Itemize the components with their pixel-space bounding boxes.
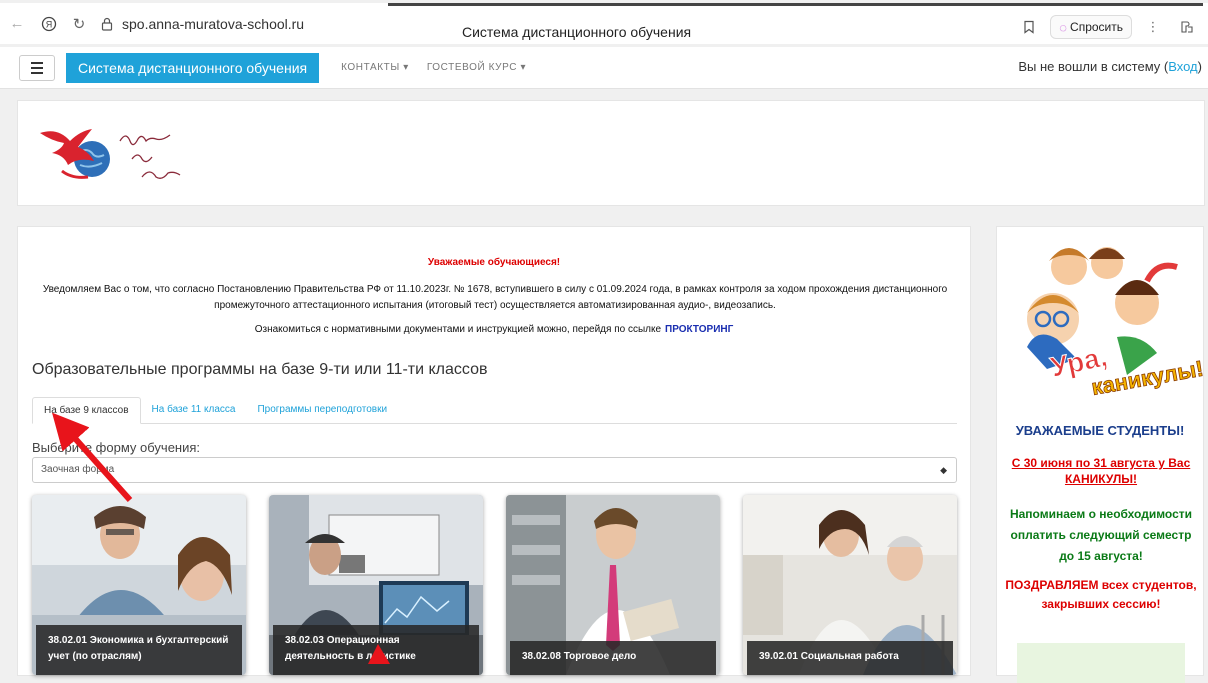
lock-icon xyxy=(94,11,120,37)
svg-text:Я: Я xyxy=(46,19,53,29)
program-card-economics[interactable]: 38.02.01 Экономика и бухгалтерский учет … xyxy=(32,495,246,675)
vacation-banner: Ура, каникулы! xyxy=(1027,247,1203,400)
ask-button-label: Спросить xyxy=(1070,20,1123,34)
nav-contacts[interactable]: КОНТАКТЫ ▾ xyxy=(341,62,409,73)
congratulations-text: ПОЗДРАВЛЯЕМ всех студентов, закрывших се… xyxy=(1005,578,1197,611)
program-card-logistics[interactable]: 38.02.03 Операционная деятельность в лог… xyxy=(269,495,483,675)
proctoring-link[interactable]: ПРОКТОРИНГ xyxy=(665,324,733,335)
programs-tabs: На базе 9 классов На базе 11 класса Прог… xyxy=(32,397,957,424)
vacation-dates-link[interactable]: С 30 июня по 31 августа у Вас КАНИКУЛЫ! xyxy=(1007,455,1195,487)
login-link[interactable]: Вход xyxy=(1168,59,1197,74)
bookmark-icon[interactable] xyxy=(1016,14,1042,40)
page-tab-title: Система дистанционного обучения xyxy=(462,24,692,40)
active-tab-indicator xyxy=(388,3,1203,6)
select-caret-icon: ◆ xyxy=(940,465,947,475)
program-card-trade[interactable]: 38.02.08 Торговое дело xyxy=(506,495,720,675)
brand-link[interactable]: Система дистанционного обучения xyxy=(66,52,320,83)
study-form-label: Выберите форму обучения: xyxy=(32,440,201,455)
reload-icon[interactable]: ↻ xyxy=(66,11,92,37)
tab-retraining[interactable]: Программы переподготовки xyxy=(246,397,398,423)
program-card-label: 38.02.03 Операционная деятельность в лог… xyxy=(273,625,479,675)
school-logo[interactable] xyxy=(32,119,232,194)
browser-toolbar: ← Я ↻ spo.anna-muratova-school.ru Систем… xyxy=(0,0,1208,44)
announcements-sidebar: Ура, каникулы! УВАЖАЕМЫЕ СТУДЕНТЫ! С 30 … xyxy=(996,226,1204,683)
more-menu-icon[interactable]: ⋮ xyxy=(1140,14,1166,40)
tab-9-classes[interactable]: На базе 9 классов xyxy=(32,397,141,424)
payment-reminder: Напоминаем о необходимости оплатить след… xyxy=(1009,507,1193,563)
program-cards: 38.02.01 Экономика и бухгалтерский учет … xyxy=(32,495,957,675)
program-card-social-work[interactable]: 39.02.01 Социальная работа xyxy=(743,495,957,675)
programs-title: Образовательные программы на базе 9-ти и… xyxy=(32,361,488,378)
address-bar-url[interactable]: spo.anna-muratova-school.ru xyxy=(122,16,304,32)
study-form-select[interactable]: Заочная форма ◆ xyxy=(32,457,957,483)
tab-11-classes[interactable]: На базе 11 класса xyxy=(141,397,247,423)
nav-guest-course[interactable]: ГОСТЕВОЙ КУРС ▾ xyxy=(427,62,526,73)
yandex-icon[interactable]: Я xyxy=(36,11,62,37)
notice-text: Уведомляем Вас о том, что согласно Поста… xyxy=(42,284,948,311)
main-content: Уважаемые обучающиеся! Уведомляем Вас о … xyxy=(17,226,971,676)
back-arrow-icon[interactable]: ← xyxy=(4,11,30,37)
notice-link-line: Ознакомиться с нормативными документами … xyxy=(254,324,734,335)
alice-icon: ◌ xyxy=(1059,19,1068,35)
site-navbar: Система дистанционного обучения КОНТАКТЫ… xyxy=(0,47,1208,89)
sidebar-title: УВАЖАЕМЫЕ СТУДЕНТЫ! xyxy=(1015,423,1185,438)
notice-title: Уважаемые обучающиеся! xyxy=(427,257,561,268)
menu-toggle-button[interactable] xyxy=(19,54,55,81)
program-card-label: 39.02.01 Социальная работа xyxy=(747,641,953,675)
sidebar-image xyxy=(1017,643,1185,683)
ask-button[interactable]: ◌ Спросить xyxy=(1050,15,1132,39)
program-card-label: 38.02.01 Экономика и бухгалтерский учет … xyxy=(36,625,242,675)
program-card-label: 38.02.08 Торговое дело xyxy=(510,641,716,675)
login-status: Вы не вошли в систему (Вход) xyxy=(1018,59,1202,74)
site-header xyxy=(17,100,1205,206)
extensions-icon[interactable] xyxy=(1174,14,1200,40)
